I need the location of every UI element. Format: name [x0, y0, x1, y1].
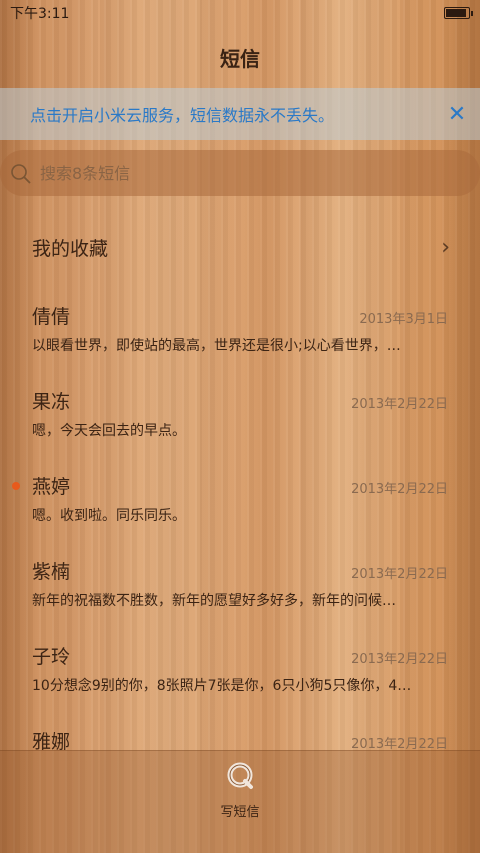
contact-name: 果冻: [32, 391, 71, 413]
cloud-service-banner[interactable]: 点击开启小米云服务，短信数据永不丢失。 ✕: [0, 88, 480, 140]
conversation-item[interactable]: 紫楠 2013年2月22日新年的祝福数不胜数，新年的愿望好多好多，新年的问候…: [0, 543, 480, 628]
page-title: 短信: [220, 46, 260, 71]
compose-label: 写短信: [220, 805, 260, 820]
message-preview: 嗯。收到啦。同乐同乐。: [32, 508, 186, 524]
message-date: 2013年2月22日: [351, 567, 448, 582]
message-preview: 10分想念9别的你，8张照片7张是你，6只小狗5只像你，4…: [32, 678, 412, 694]
banner-text[interactable]: 点击开启小米云服务，短信数据永不丢失。: [30, 102, 446, 126]
search-bar[interactable]: [0, 150, 480, 196]
status-time: 下午3:11: [10, 6, 70, 22]
message-preview: 新年的祝福数不胜数，新年的愿望好多好多，新年的问候…: [32, 593, 396, 609]
search-icon: [10, 163, 31, 184]
conversation-item[interactable]: 燕婷 2013年2月22日嗯。收到啦。同乐同乐。: [0, 458, 480, 543]
bottom-bar: 写短信: [0, 750, 480, 853]
contact-name: 倩倩: [32, 306, 71, 328]
conversation-list: 我的收藏 › 倩倩 2013年3月1日以眼看世界，即使站的最高，世界还是很小;以心…: [0, 206, 480, 798]
favorites-label: 我的收藏: [32, 237, 109, 260]
search-input[interactable]: [38, 162, 422, 184]
chevron-right-icon: ›: [441, 234, 450, 260]
message-preview: 以眼看世界，即使站的最高，世界还是很小;以心看世界，…: [32, 338, 401, 354]
compose-message-icon: [225, 761, 255, 795]
message-date: 2013年3月1日: [359, 312, 448, 327]
conversation-item[interactable]: 子玲 2013年2月22日 10分想念9别的你，8张照片7张是你，6只小狗5只像你，…: [0, 628, 480, 713]
message-preview: 嗯，今天会回去的早点。: [32, 423, 186, 439]
contact-name: 燕婷: [32, 476, 71, 498]
conversation-item[interactable]: 果冻 2013年2月22日嗯，今天会回去的早点。: [0, 373, 480, 458]
battery-icon: [444, 7, 473, 19]
title-bar: 短信: [0, 26, 480, 88]
sms-screen: 下午3:11 短信 点击开启小米云服务，短信数据永不丢失。 ✕ 我的收藏 › 倩…: [0, 0, 480, 853]
conversation-item[interactable]: 倩倩 2013年3月1日以眼看世界，即使站的最高，世界还是很小;以心看世界，…: [0, 288, 480, 373]
message-date: 2013年2月22日: [351, 652, 448, 667]
message-date: 2013年2月22日: [351, 482, 448, 497]
message-date: 2013年2月22日: [351, 397, 448, 412]
status-bar: 下午3:11: [0, 0, 480, 26]
favorites-row[interactable]: 我的收藏 ›: [0, 206, 480, 288]
contact-name: 子玲: [32, 646, 71, 668]
battery-fill: [446, 9, 466, 17]
contact-name: 紫楠: [32, 561, 71, 583]
close-icon[interactable]: ✕: [446, 102, 468, 127]
unread-dot-icon: [12, 482, 20, 490]
compose-button[interactable]: 写短信: [220, 761, 260, 820]
